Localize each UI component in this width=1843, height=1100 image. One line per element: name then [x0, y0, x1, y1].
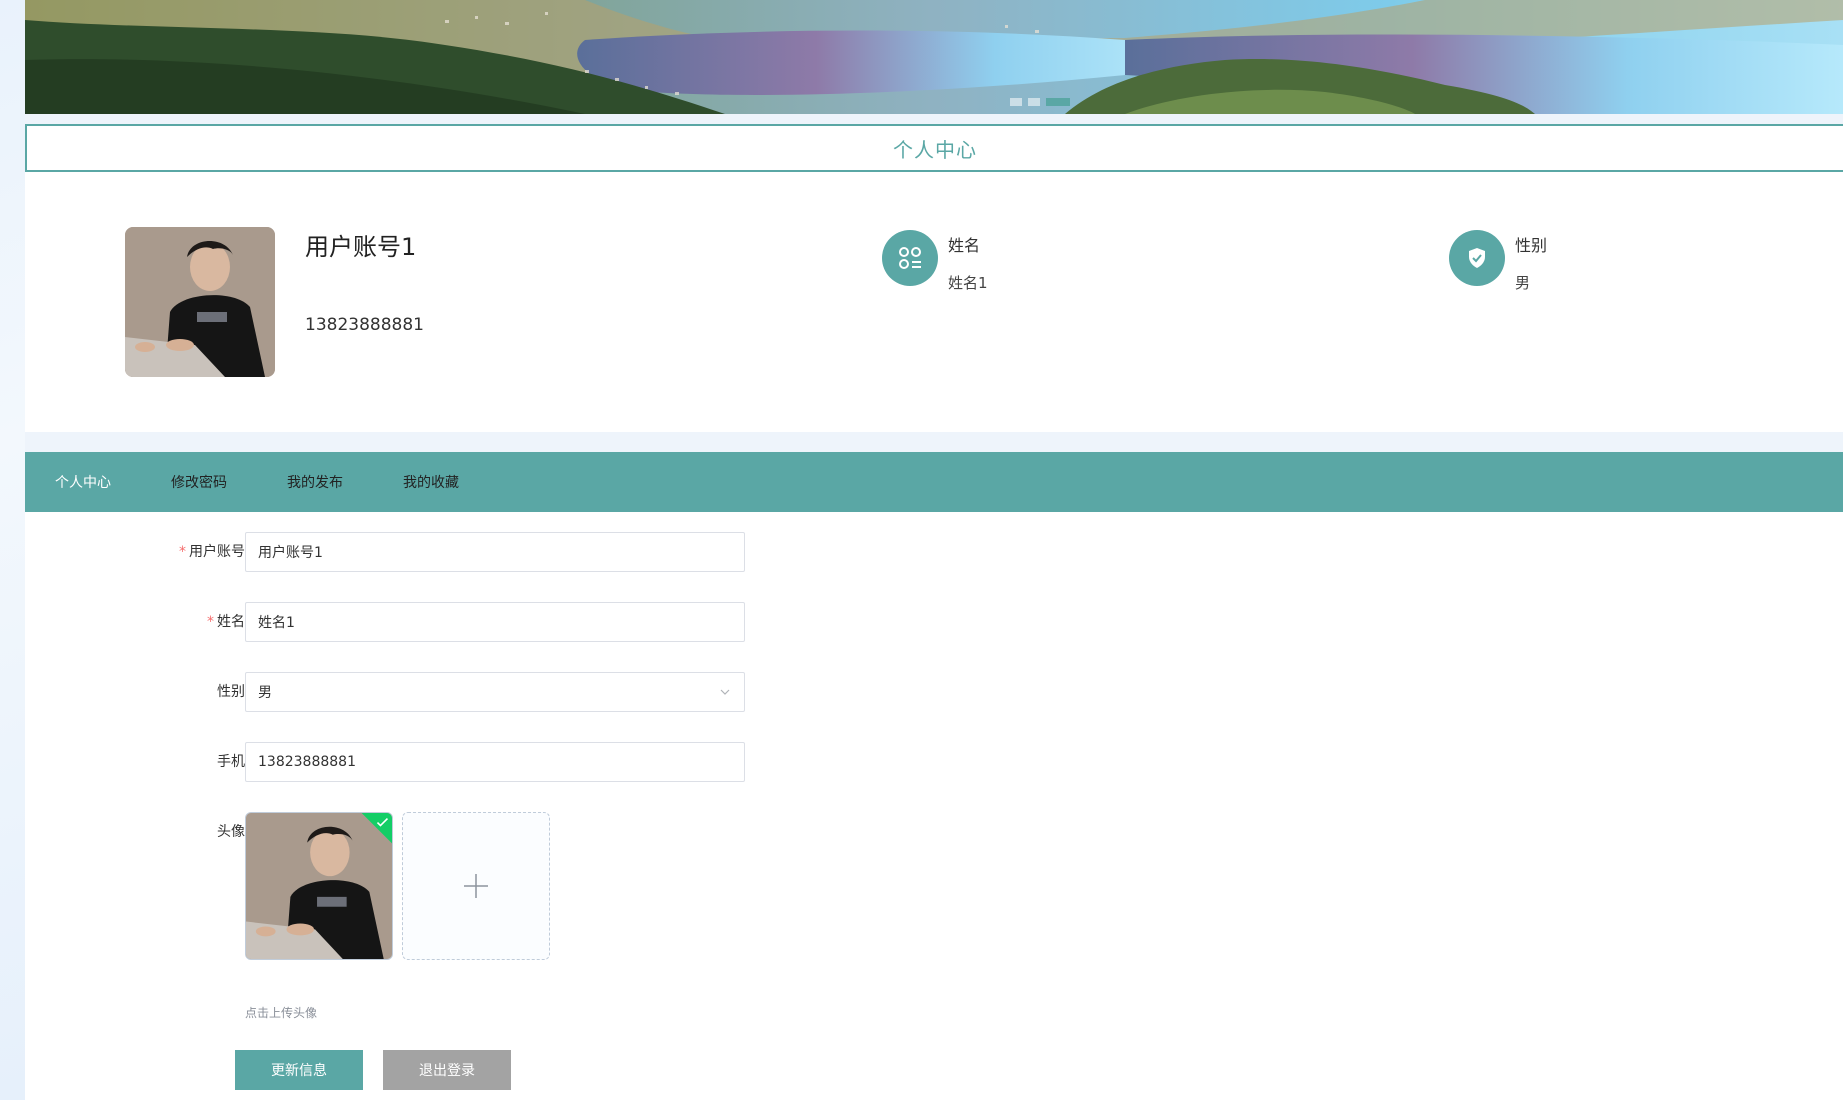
gender-label: 性别 — [217, 684, 245, 700]
section-title-bar: 个人中心 — [25, 124, 1843, 172]
required-mark: * — [207, 614, 214, 630]
info-gender-value: 男 — [1515, 274, 1531, 292]
info-gender-block: 性别 男 — [1449, 230, 1649, 300]
profile-username: 用户账号1 — [305, 233, 417, 261]
banner-landscape-image — [25, 0, 1843, 114]
phone-input[interactable] — [245, 742, 745, 782]
tab-my-posts[interactable]: 我的发布 — [257, 472, 373, 492]
phone-label: 手机 — [217, 754, 245, 770]
avatar-label: 头像 — [217, 824, 245, 840]
account-label: * 用户账号 — [179, 544, 245, 560]
info-name-label: 姓名 — [948, 236, 981, 255]
carousel-dot[interactable] — [1010, 98, 1022, 106]
tab-personal-center[interactable]: 个人中心 — [25, 472, 141, 492]
update-info-button[interactable]: 更新信息 — [235, 1050, 363, 1090]
form-row-account: * 用户账号 — [25, 532, 825, 572]
plus-icon — [464, 874, 488, 898]
form-row-phone: 手机 — [25, 742, 825, 782]
info-gender-label: 性别 — [1515, 236, 1548, 255]
logout-button[interactable]: 退出登录 — [383, 1050, 511, 1090]
required-mark: * — [179, 544, 186, 560]
avatar — [125, 227, 275, 377]
form-row-gender: 性别 — [25, 672, 825, 712]
shield-check-icon — [1449, 230, 1505, 286]
check-icon — [376, 817, 389, 827]
form-row-name: * 姓名 — [25, 602, 825, 642]
apps-icon — [882, 230, 938, 286]
profile-card: 用户账号1 13823888881 姓名 姓名1 性别 男 — [25, 172, 1843, 432]
carousel-dot-active[interactable] — [1046, 98, 1070, 106]
name-input[interactable] — [245, 602, 745, 642]
tab-change-password[interactable]: 修改密码 — [141, 472, 257, 492]
form-row-avatar: 头像 — [25, 812, 825, 962]
info-name-block: 姓名 姓名1 — [882, 230, 1082, 300]
page: 个人中心 用户账号1 13823888881 姓名 姓名1 性别 男 个人中心 … — [25, 0, 1843, 1100]
banner-carousel[interactable] — [25, 0, 1843, 114]
gender-select[interactable] — [245, 672, 745, 712]
avatar-upload-button[interactable] — [402, 812, 550, 960]
info-name-value: 姓名1 — [948, 274, 988, 292]
profile-tabs: 个人中心 修改密码 我的发布 我的收藏 — [25, 452, 1843, 512]
uploaded-avatar-thumbnail[interactable] — [245, 812, 393, 960]
page-background-strip — [0, 0, 25, 1100]
carousel-indicators — [1010, 98, 1070, 106]
upload-hint: 点击上传头像 — [245, 1006, 318, 1020]
name-label: * 姓名 — [207, 614, 245, 630]
chevron-down-icon — [720, 689, 730, 695]
carousel-dot[interactable] — [1028, 98, 1040, 106]
page-title: 个人中心 — [893, 137, 977, 162]
profile-form: *用户账号 *姓名 性别 手机 头像 — [25, 512, 1843, 1100]
account-input[interactable] — [245, 532, 745, 572]
tab-my-favorites[interactable]: 我的收藏 — [373, 472, 489, 492]
profile-phone: 13823888881 — [305, 315, 424, 335]
